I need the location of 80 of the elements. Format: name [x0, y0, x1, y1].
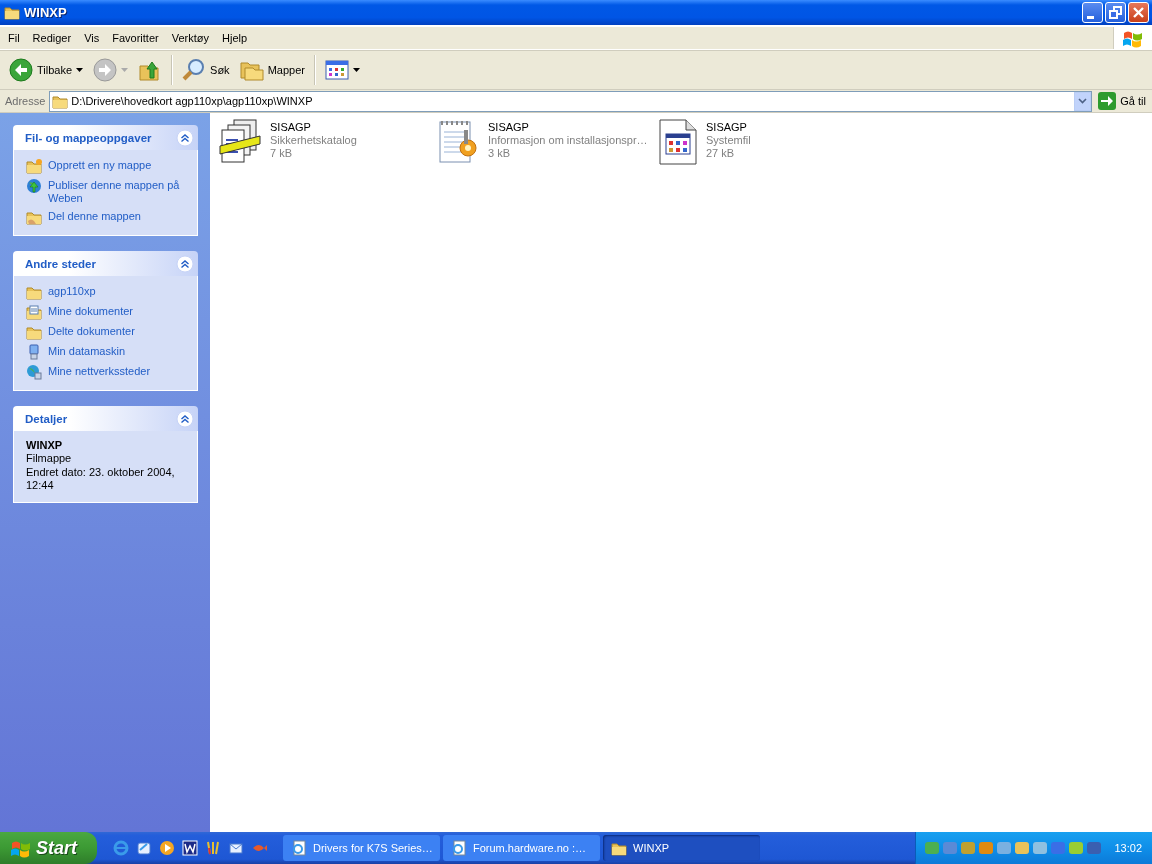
new-folder-icon — [26, 158, 42, 174]
task-link[interactable]: Mine nettverkssteder — [48, 364, 151, 378]
folders-button[interactable]: Mapper — [236, 54, 308, 86]
panel-header[interactable]: Andre steder — [13, 251, 198, 276]
minimize-icon — [1087, 15, 1094, 19]
folder-icon — [52, 93, 69, 109]
file-name: SISAGP — [270, 121, 312, 134]
paintbrushes-icon[interactable] — [205, 840, 221, 856]
search-icon — [182, 58, 207, 82]
folder-icon — [611, 840, 627, 856]
network-globe-icon — [26, 364, 42, 380]
file-type: Informasjon om installasjonspr… — [488, 134, 648, 147]
restore-button[interactable] — [1105, 2, 1126, 23]
close-icon — [1132, 6, 1145, 19]
address-field[interactable]: D:\Drivere\hovedkort agp110xp\agp110xp\WINXP — [49, 90, 1093, 112]
start-button[interactable]: Start — [0, 832, 97, 864]
window-title: WINXP — [24, 5, 68, 20]
mail-icon[interactable] — [136, 840, 152, 856]
file-name: SISAGP — [706, 121, 748, 134]
address-label: Adresse — [5, 95, 46, 107]
task-link[interactable]: Del denne mappen — [48, 209, 141, 223]
file-type: Systemfil — [706, 134, 751, 147]
collapse-button[interactable] — [176, 409, 194, 428]
minimize-button[interactable] — [1082, 2, 1103, 23]
detail-name: WINXP — [26, 439, 64, 451]
close-button[interactable] — [1128, 2, 1149, 23]
menu-item[interactable]: Fil — [2, 30, 26, 46]
media-player-icon[interactable] — [159, 840, 175, 856]
file-tile[interactable]: SISAGP Systemfil 27 kB — [654, 117, 872, 166]
folder-icon — [26, 324, 42, 340]
caret-icon — [76, 68, 84, 72]
file-size: 3 kB — [488, 147, 511, 160]
folder-icon — [26, 284, 42, 300]
shared-folder-icon — [26, 209, 42, 225]
menu-item[interactable]: Verktøy — [165, 30, 215, 46]
caret-icon — [352, 68, 360, 72]
menu-item[interactable]: Rediger — [26, 30, 78, 46]
w-icon[interactable] — [182, 840, 198, 856]
folders-icon — [239, 59, 264, 81]
task-link[interactable]: agp110xp — [48, 284, 96, 298]
security-catalog-icon — [218, 118, 264, 166]
collapse-button[interactable] — [176, 128, 194, 147]
caret-icon — [121, 68, 129, 72]
detail-type: Filmappe — [26, 452, 73, 465]
back-button[interactable]: Tilbake — [6, 54, 87, 86]
web-page-icon — [451, 840, 467, 856]
task-link[interactable]: Min datamaskin — [48, 344, 126, 358]
go-button[interactable]: Gå til — [1092, 92, 1150, 110]
file-tile[interactable]: SISAGP Sikkerhetskatalog 7 kB — [218, 117, 436, 166]
envelope-icon[interactable] — [228, 840, 244, 856]
search-button[interactable]: Søk — [179, 54, 233, 86]
file-size: 27 kB — [706, 147, 736, 160]
task-link[interactable]: Mine dokumenter — [48, 304, 133, 318]
browser-e-icon[interactable] — [113, 840, 129, 856]
documents-folder-icon — [26, 304, 42, 320]
file-tile[interactable]: SISAGP Informasjon om installasjonspr… 3 kB — [436, 117, 654, 166]
menu-item[interactable]: Hjelp — [216, 30, 254, 46]
panel-header[interactable]: Detaljer — [13, 406, 198, 431]
task-link[interactable]: Delte dokumenter — [48, 324, 135, 338]
panel-header[interactable]: Fil- og mappeoppgaver — [13, 125, 198, 150]
menu-item[interactable]: Vis — [78, 30, 106, 46]
dropdown-button[interactable] — [1074, 91, 1092, 111]
computer-icon — [26, 344, 42, 360]
file-size: 7 kB — [270, 147, 293, 160]
restore-icon — [1109, 6, 1122, 19]
taskbar-button[interactable]: Forum.hardware.no :… — [443, 835, 600, 861]
detail-modified: Endret dato: 23. oktober 2004, 12:44 — [26, 466, 176, 492]
collapse-button[interactable] — [176, 254, 194, 273]
menu-item[interactable]: Favoritter — [106, 30, 165, 46]
file-type: Sikkerhetskatalog — [270, 134, 357, 147]
web-page-icon — [291, 840, 307, 856]
file-name: SISAGP — [488, 121, 530, 134]
task-link[interactable]: Publiser denne mappen på Weben — [48, 178, 191, 205]
taskbar-button[interactable]: WINXP — [603, 835, 760, 861]
clock: 13:02 — [1114, 842, 1142, 854]
views-grid-icon — [324, 60, 349, 80]
task-link[interactable]: Opprett en ny mappe — [48, 158, 152, 172]
chevron-down-icon — [1078, 98, 1088, 104]
taskbar-button[interactable]: Drivers for K7S Series… — [283, 835, 440, 861]
globe-icon — [26, 178, 42, 194]
